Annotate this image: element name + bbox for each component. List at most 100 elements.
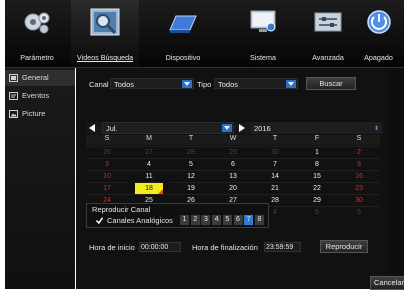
weekday-header: M [128, 135, 170, 145]
calendar-grid: S M T W T F S 26 27 28 29 30 1 2 3 4 5 6 7 8 9 10 11 12 13 14 15 16… [86, 135, 383, 257]
calendar-day[interactable]: 28 [170, 146, 212, 158]
top-navigation-bar: Parámetro Videos Búsqueda Dispositivo Si… [5, 0, 404, 67]
calendar-day[interactable]: 8 [296, 158, 338, 170]
channel-button[interactable]: 3 [201, 215, 211, 225]
canal-select-value: Todos [114, 80, 135, 89]
system-monitor-icon [250, 10, 276, 32]
nav-label: Sistema [250, 53, 276, 62]
calendar-day[interactable]: 17 [86, 182, 128, 194]
previous-month-icon[interactable] [89, 124, 96, 132]
chevron-down-icon [222, 124, 232, 132]
analog-channels-label: Canales Analógicos [107, 216, 173, 225]
calendar-day[interactable]: 9 [338, 158, 380, 170]
calendar-day[interactable]: 6 [338, 206, 380, 218]
calendar-day[interactable]: 15 [296, 170, 338, 182]
calendar-day[interactable]: 20 [212, 182, 254, 194]
channel-button[interactable]: 8 [254, 215, 264, 225]
tipo-select[interactable]: Todos [214, 78, 298, 89]
calendar-day[interactable]: 11 [128, 170, 170, 182]
dvr-playback-window: Parámetro Videos Búsqueda Dispositivo Si… [0, 0, 404, 290]
nav-parametro[interactable]: Parámetro [5, 0, 69, 67]
sidebar-item-eventos[interactable]: Eventos [5, 88, 75, 104]
calendar-day[interactable]: 13 [212, 170, 254, 182]
calendar-day[interactable]: 10 [86, 170, 128, 182]
power-icon [366, 10, 391, 34]
nav-sistema[interactable]: Sistema [223, 0, 303, 67]
calendar-day[interactable]: 12 [170, 170, 212, 182]
canal-label: Canal [89, 80, 109, 89]
channel-button[interactable]: 6 [233, 215, 243, 225]
calendar-day[interactable]: 18 [135, 182, 163, 194]
calendar-day[interactable]: 5 [296, 206, 338, 218]
month-value: Jul. [106, 124, 118, 133]
camera-list-icon [9, 74, 18, 82]
start-time-label: Hora de inicio [89, 243, 135, 252]
tipo-select-value: Todos [218, 80, 239, 89]
calendar-day[interactable]: 3 [86, 158, 128, 170]
next-month-icon[interactable] [239, 124, 246, 132]
calendar-day[interactable]: 22 [296, 182, 338, 194]
calendar-day[interactable]: 7 [254, 158, 296, 170]
calendar-day[interactable]: 6 [212, 158, 254, 170]
channel-button[interactable]: 7 [244, 215, 254, 225]
nav-label: Avanzada [312, 53, 344, 62]
calendar-day[interactable]: 16 [338, 170, 380, 182]
weekday-header: T [170, 135, 212, 145]
event-icon [9, 92, 18, 100]
end-time-label: Hora de finalización [192, 243, 258, 252]
weekday-header: S [86, 135, 128, 145]
nav-dispositivo[interactable]: Dispositivo [143, 0, 223, 67]
right-panel-edge [389, 68, 404, 289]
calendar-day[interactable]: 4 [128, 158, 170, 170]
spinner-icon: ⬍ [373, 126, 379, 132]
end-time-field[interactable]: 23:59:59 [264, 242, 301, 252]
sidebar-item-picture[interactable]: Picture [5, 106, 75, 122]
start-time-field[interactable]: 00:00:00 [139, 242, 181, 252]
calendar-day[interactable]: 21 [254, 182, 296, 194]
canal-select[interactable]: Todos [110, 78, 194, 89]
chevron-down-icon [182, 80, 192, 88]
year-value: 2016 [254, 124, 271, 133]
picture-icon [9, 110, 18, 118]
calendar-day[interactable]: 2 [338, 146, 380, 158]
nav-apagado[interactable]: Apagado [353, 0, 404, 67]
tipo-label: Tipo [197, 80, 212, 89]
search-button[interactable]: Buscar [306, 77, 356, 90]
nav-label: Dispositivo [165, 53, 201, 62]
sidebar-item-label: General [22, 73, 49, 82]
play-button[interactable]: Reproducir [320, 240, 368, 253]
sidebar-item-label: Eventos [22, 91, 50, 100]
calendar-day[interactable]: 26 [86, 146, 128, 158]
gears-icon [24, 12, 50, 34]
weekday-header: F [296, 135, 338, 145]
advanced-settings-icon [314, 12, 342, 32]
calendar-day[interactable]: 14 [254, 170, 296, 182]
calendar-day[interactable]: 29 [296, 194, 338, 206]
calendar-day[interactable]: 23 [338, 182, 380, 194]
calendar-day[interactable]: 27 [128, 146, 170, 158]
sidebar: General Eventos Picture [5, 68, 75, 289]
weekday-header: W [212, 135, 254, 145]
year-select[interactable]: 2016 ⬍ [250, 122, 382, 134]
nav-avanzada[interactable]: Avanzada [303, 0, 353, 67]
nav-label: Apagado [364, 53, 393, 62]
calendar-day[interactable]: 5 [170, 158, 212, 170]
chevron-down-icon [286, 80, 296, 88]
channel-button[interactable]: 5 [222, 215, 232, 225]
calendar-day[interactable]: 30 [254, 146, 296, 158]
nav-label: Videos Búsqueda [76, 53, 134, 62]
calendar-day[interactable]: 19 [170, 182, 212, 194]
sidebar-item-general[interactable]: General [5, 70, 75, 86]
channel-button[interactable]: 1 [180, 215, 189, 225]
month-select[interactable]: Jul. [102, 122, 234, 134]
channel-button[interactable]: 2 [190, 215, 200, 225]
channel-button[interactable]: 4 [212, 215, 222, 225]
nav-label: Parámetro [20, 53, 54, 62]
nav-videos-busqueda[interactable]: Videos Búsqueda [71, 0, 139, 67]
calendar-day[interactable]: 30 [338, 194, 380, 206]
checkmark-icon[interactable] [96, 217, 103, 224]
calendar-day[interactable]: 1 [296, 146, 338, 158]
calendar-day[interactable]: 29 [212, 146, 254, 158]
playback-title: Reproducir Canal [92, 205, 151, 214]
cancel-button[interactable]: Cancelar [370, 276, 404, 290]
